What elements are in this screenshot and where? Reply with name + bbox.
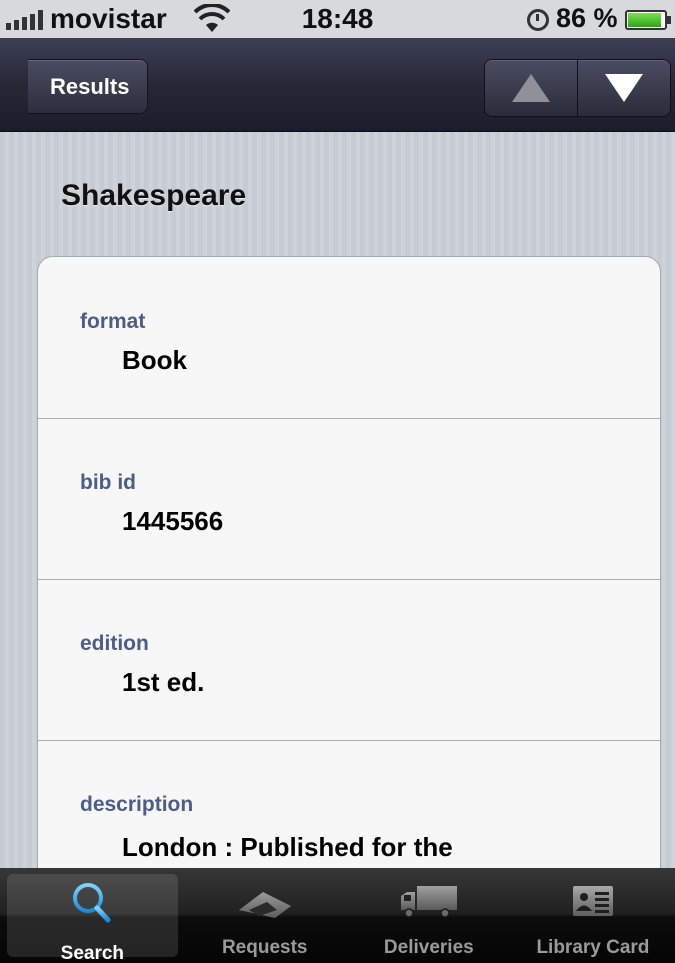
field-row-bib-id: bib id 1445566 bbox=[38, 418, 660, 580]
previous-record-button[interactable] bbox=[485, 60, 577, 116]
tab-label: Requests bbox=[221, 937, 308, 958]
field-row-edition: edition 1st ed. bbox=[38, 579, 660, 741]
tab-label: Search bbox=[60, 943, 125, 963]
triangle-down-icon bbox=[605, 74, 643, 102]
tab-library-card[interactable]: Library Card bbox=[511, 868, 675, 963]
magnifier-icon bbox=[73, 883, 111, 923]
record-fields-card: format Book bib id 1445566 edition 1st e… bbox=[37, 256, 661, 868]
field-label: format bbox=[80, 310, 146, 333]
battery-icon bbox=[625, 10, 667, 30]
field-label: description bbox=[80, 793, 194, 816]
field-value: 1445566 bbox=[122, 506, 224, 536]
record-pager bbox=[484, 59, 671, 117]
field-label: bib id bbox=[80, 471, 136, 494]
field-label: edition bbox=[80, 632, 149, 655]
field-value: London : Published for the bbox=[122, 832, 453, 862]
requests-icon bbox=[238, 892, 291, 918]
alarm-clock-icon bbox=[527, 9, 549, 31]
back-button-label: Results bbox=[50, 74, 130, 99]
tab-deliveries[interactable]: Deliveries bbox=[347, 868, 511, 963]
field-row-description: description London : Published for the bbox=[38, 740, 660, 868]
next-record-button[interactable] bbox=[577, 60, 670, 116]
tab-label: Deliveries bbox=[383, 937, 474, 958]
truck-icon bbox=[400, 886, 457, 918]
tab-requests[interactable]: Requests bbox=[183, 868, 347, 963]
field-value: Book bbox=[122, 345, 187, 375]
triangle-up-icon bbox=[512, 74, 550, 102]
id-card-icon bbox=[572, 886, 613, 916]
navigation-bar: Results bbox=[0, 38, 675, 132]
record-detail[interactable]: Shakespeare format Book bib id 1445566 e… bbox=[0, 132, 675, 868]
status-bar: movistar 18:48 86 % bbox=[0, 0, 675, 38]
battery-percent: 86 % bbox=[556, 3, 618, 33]
tab-search[interactable]: Search bbox=[7, 874, 178, 963]
page-title: Shakespeare bbox=[61, 179, 247, 212]
back-button-results[interactable]: Results bbox=[28, 59, 149, 114]
battery-level bbox=[628, 13, 661, 27]
tab-bar: Search Requests Deliveries Library Card bbox=[0, 868, 675, 963]
field-value: 1st ed. bbox=[122, 667, 205, 697]
field-row-format: format Book bbox=[38, 257, 660, 419]
tab-label: Library Card bbox=[536, 937, 650, 958]
battery-nub bbox=[667, 16, 671, 24]
